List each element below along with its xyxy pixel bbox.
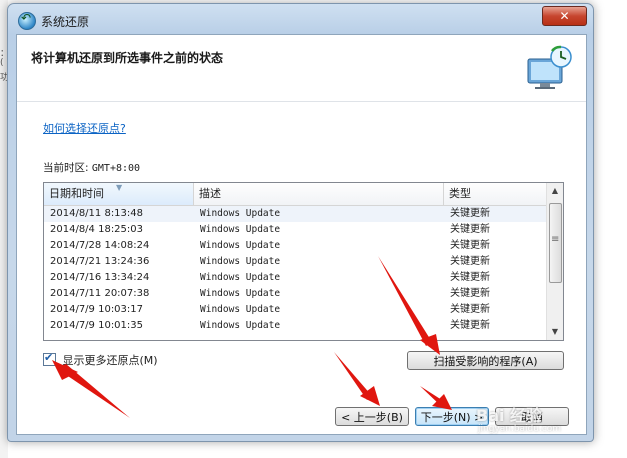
list-header: ▼ 日期和时间 描述 类型 (44, 183, 547, 206)
wizard-content: 将计算机还原到所选事件之前的状态 如何选择还原点? 当前时区: GMT+8:00… (16, 34, 587, 435)
table-row[interactable]: 2014/7/11 20:07:38 Windows Update 关键更新 (44, 286, 547, 302)
vertical-scrollbar[interactable]: ▲ ▼ (546, 183, 563, 340)
timezone-value: GMT+8:00 (91, 163, 141, 174)
table-row[interactable]: 2014/7/9 10:01:35 Windows Update 关键更新 (44, 318, 547, 334)
window-title: 系统还原 (41, 15, 90, 29)
title-bar[interactable]: 系统还原 ✕ (8, 4, 593, 34)
system-restore-window: 系统还原 ✕ 将计算机还原到所选事件之前的状态 如何选择还原点? 当前时区: G… (7, 3, 594, 442)
scrollbar-thumb[interactable] (549, 203, 562, 283)
table-row[interactable]: 2014/7/9 10:03:17 Windows Update 关键更新 (44, 302, 547, 318)
scroll-down-icon[interactable]: ▼ (547, 324, 563, 340)
page-title: 将计算机还原到所选事件之前的状态 (31, 51, 224, 65)
list-rows: 2014/8/11 8:13:48 Windows Update 关键更新 2014… (44, 206, 547, 334)
scroll-up-icon[interactable]: ▲ (547, 183, 563, 199)
restore-point-list[interactable]: ▼ 日期和时间 描述 类型 2014/8/11 8:13:48 Windows U… (43, 182, 564, 341)
sort-arrow-icon: ▼ (116, 183, 123, 192)
back-button[interactable]: < 上一步(B) (335, 407, 409, 426)
background-fragment: ( (0, 58, 4, 68)
close-button[interactable]: ✕ (542, 6, 587, 26)
watermark-url: jingyan.baidu.com (478, 424, 562, 434)
show-more-checkbox[interactable] (43, 351, 56, 366)
timezone-row: 当前时区: GMT+8:00 (43, 160, 140, 175)
table-row[interactable]: 2014/7/28 14:08:24 Windows Update 关键更新 (44, 238, 547, 254)
restore-monitor-icon (527, 45, 572, 89)
help-link[interactable]: 如何选择还原点? (43, 120, 126, 136)
table-row[interactable]: 2014/7/16 13:34:24 Windows Update 关键更新 (44, 270, 547, 286)
watermark-logo: Bai 经验 (476, 406, 543, 425)
show-more-label: 显示更多还原点(M) (62, 354, 158, 367)
column-header-type[interactable]: 类型 (444, 183, 547, 205)
wizard-header: 将计算机还原到所选事件之前的状态 (17, 35, 586, 102)
timezone-label: 当前时区: (43, 162, 89, 174)
table-row[interactable]: 2014/7/21 13:24:36 Windows Update 关键更新 (44, 254, 547, 270)
table-row[interactable]: 2014/8/4 18:25:03 Windows Update 关键更新 (44, 222, 547, 238)
scan-affected-programs-button[interactable]: 扫描受影响的程序(A) (407, 351, 564, 370)
table-row[interactable]: 2014/8/11 8:13:48 Windows Update 关键更新 (44, 206, 547, 222)
show-more-checkbox-row[interactable]: 显示更多还原点(M) (43, 351, 158, 368)
column-header-description[interactable]: 描述 (194, 183, 444, 205)
column-header-date[interactable]: ▼ 日期和时间 (44, 183, 194, 205)
system-restore-icon (18, 11, 36, 30)
